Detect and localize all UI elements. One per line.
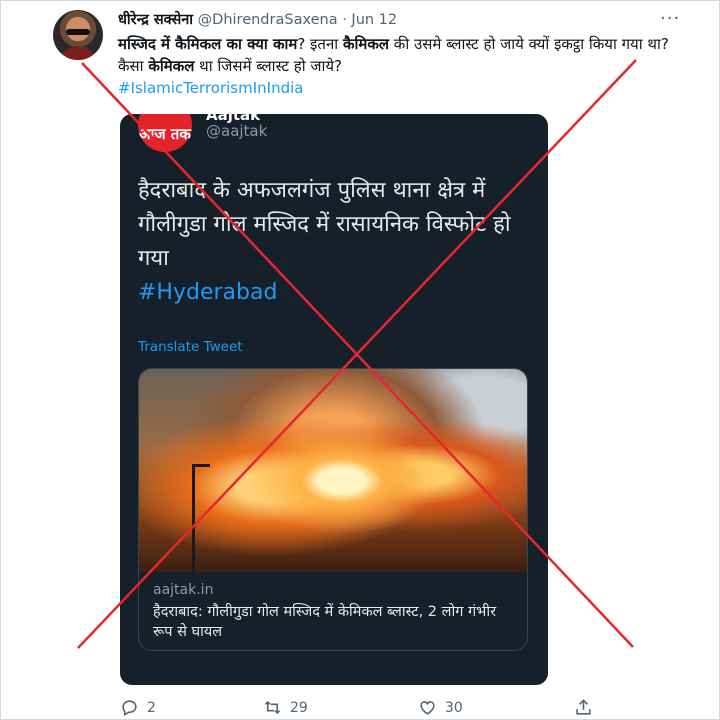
retweet-action[interactable]: 29: [263, 698, 308, 717]
link-title[interactable]: हैदराबाद: गौलीगुडा गोल मस्जिद में केमिकल…: [153, 602, 518, 642]
quoted-hashtag[interactable]: #Hyderabad: [138, 280, 277, 305]
tweet-hashtag[interactable]: #IslamicTerrorismInIndia: [118, 79, 303, 97]
street-pole: [192, 464, 195, 572]
retweet-icon: [264, 700, 281, 715]
tweet-text-segment: ? इतना: [297, 35, 343, 53]
avatar[interactable]: [53, 10, 103, 60]
reply-action[interactable]: 2: [120, 698, 156, 717]
quoted-text: हैदराबाद के अफजलगंज पुलिस थाना क्षेत्र म…: [138, 178, 511, 271]
retweet-count: 29: [290, 699, 308, 716]
link-preview-card[interactable]: aajtak.in हैदराबाद: गौलीगुडा गोल मस्जिद …: [138, 368, 528, 651]
tweet-text-segment: मस्जिद में कैमिकल का क्या काम: [118, 35, 298, 53]
avatar-glasses: [66, 29, 90, 35]
street-pole-arm: [192, 464, 210, 467]
more-dots-icon[interactable]: ···: [660, 8, 680, 29]
like-action[interactable]: 30: [418, 698, 463, 717]
quoted-author-handle[interactable]: @aajtak: [206, 122, 267, 140]
quoted-tweet[interactable]: आज तक Aajtak @aajtak हैदराबाद के अफजलगंज…: [120, 114, 548, 685]
header-separator: ·: [342, 12, 347, 28]
tweet-text-segment: था जिसमें ब्लास्ट हो जाये?: [194, 57, 343, 75]
reply-icon: [122, 700, 137, 717]
tweet-text: मस्जिद में कैमिकल का क्या काम? इतना कैमि…: [118, 33, 698, 99]
heart-icon: [420, 701, 435, 715]
tweet-date[interactable]: Jun 12: [351, 12, 397, 28]
author-name[interactable]: धीरेन्द्र सक्सेना: [118, 12, 193, 28]
tweet-header: धीरेन्द्र सक्सेना @DhirendraSaxena · Jun…: [118, 9, 397, 29]
author-handle[interactable]: @DhirendraSaxena: [198, 12, 338, 28]
reply-count: 2: [147, 699, 156, 716]
like-count: 30: [445, 699, 463, 716]
aajtak-logo: आज तक: [138, 114, 192, 152]
explosion-image: [139, 369, 527, 572]
translate-tweet-link[interactable]: Translate Tweet: [138, 339, 243, 355]
share-action[interactable]: [574, 698, 593, 717]
tweet-text-segment: कैमिकल: [342, 35, 390, 53]
link-domain: aajtak.in: [153, 582, 214, 598]
avatar-shirt: [58, 46, 98, 60]
tweet-actions: 2 29 30: [0, 698, 720, 720]
tweet-text-segment: केमिकल: [148, 57, 195, 75]
tweet-text-parts: मस्जिद में कैमिकल का क्या काम? इतना कैमि…: [118, 35, 669, 75]
share-icon: [576, 699, 591, 715]
